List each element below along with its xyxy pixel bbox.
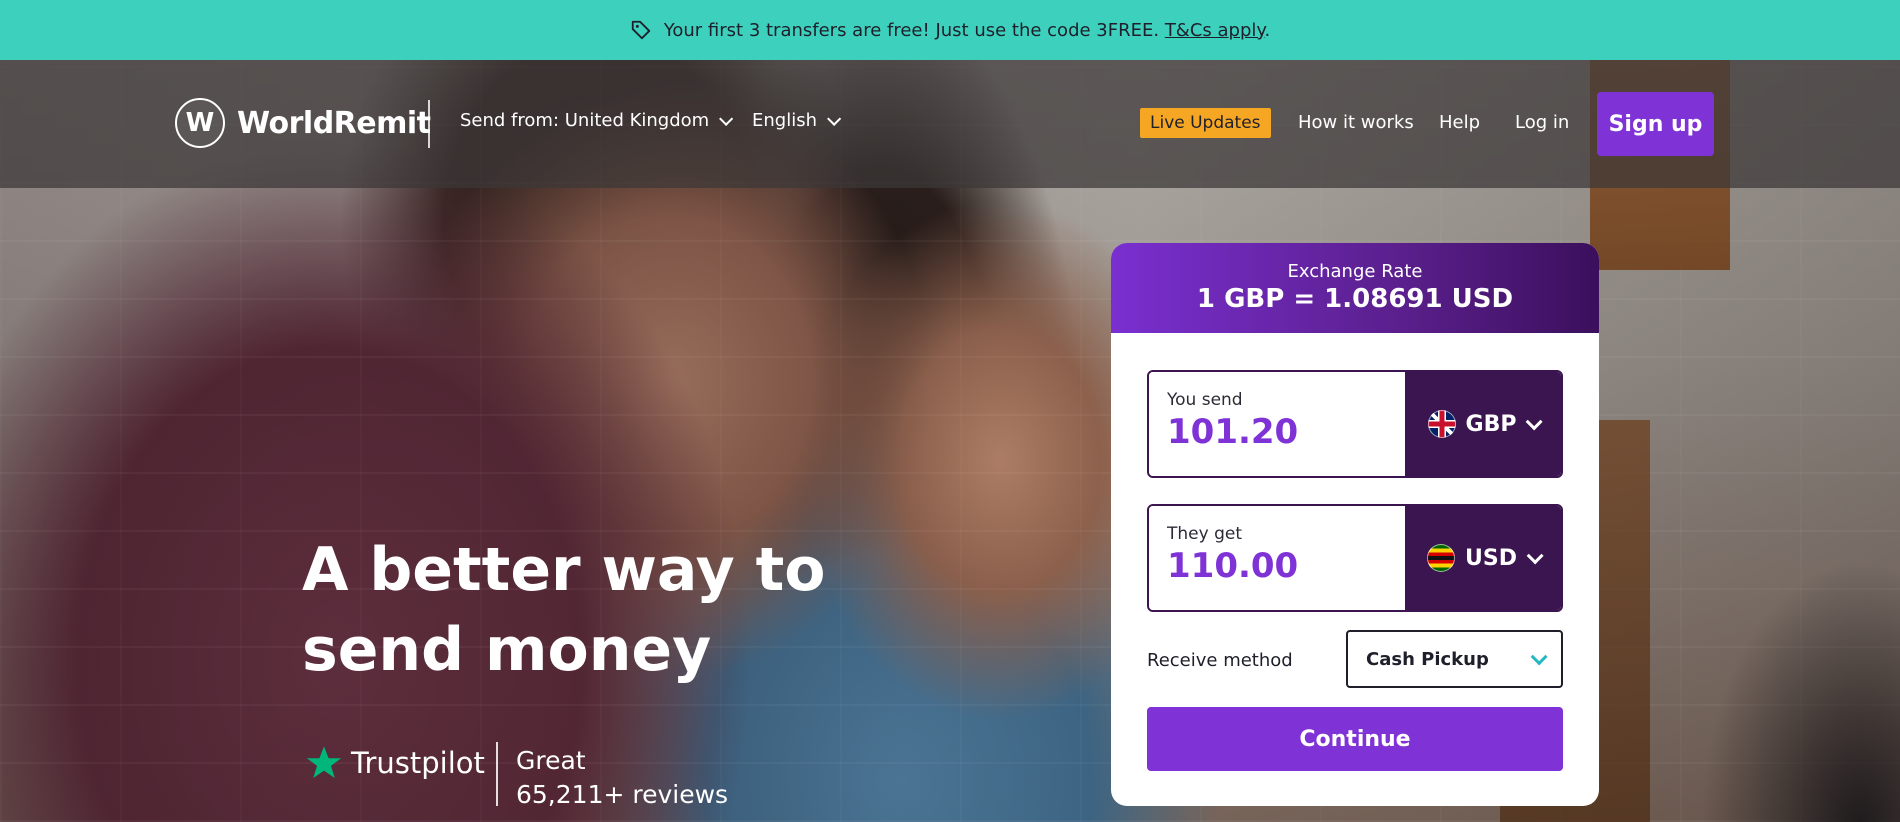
logo-mark: W <box>175 98 225 148</box>
send-from-label: Send from: United Kingdom <box>460 110 710 131</box>
chevron-down-icon <box>1530 648 1548 666</box>
uk-flag-icon <box>1427 410 1456 438</box>
signup-button[interactable]: Sign up <box>1597 92 1714 156</box>
send-amount[interactable]: 101.20 <box>1167 412 1387 452</box>
exchange-rate-header: Exchange Rate 1 GBP = 1.08691 USD <box>1111 243 1599 333</box>
exchange-rate-value: 1 GBP = 1.08691 USD <box>1196 284 1514 314</box>
chevron-down-icon <box>1526 413 1544 431</box>
chevron-down-icon <box>1526 547 1544 565</box>
receive-amount-input[interactable]: They get 110.00 <box>1149 506 1405 610</box>
get-amount[interactable]: 110.00 <box>1167 546 1387 586</box>
receive-amount-field: They get 110.00 USD <box>1147 504 1563 612</box>
receive-method-select[interactable]: Cash Pickup <box>1346 630 1563 688</box>
logo[interactable]: W WorldRemit <box>175 98 431 148</box>
send-currency-code: GBP <box>1465 411 1517 437</box>
tag-icon <box>631 20 650 40</box>
promo-banner: Your first 3 transfers are free! Just us… <box>0 0 1900 60</box>
receive-method-label: Receive method <box>1147 650 1293 671</box>
how-it-works-link[interactable]: How it works <box>1298 112 1414 133</box>
receive-currency-code: USD <box>1465 545 1517 571</box>
trustpilot-name: Trustpilot <box>351 746 485 780</box>
send-label: You send <box>1167 390 1243 410</box>
star-icon <box>306 746 342 779</box>
review-count: 65,211+ reviews <box>516 780 729 809</box>
promo-suffix: . <box>1264 19 1271 41</box>
exchange-rate-label: Exchange Rate <box>1287 261 1423 282</box>
promo-text: Your first 3 transfers are free! Just us… <box>663 19 1160 41</box>
language-dropdown[interactable]: English <box>752 110 842 131</box>
login-link[interactable]: Log in <box>1515 112 1569 133</box>
logo-text: WorldRemit <box>237 105 431 141</box>
converter-card: Exchange Rate 1 GBP = 1.08691 USD You se… <box>1111 243 1599 806</box>
send-from-dropdown[interactable]: Send from: United Kingdom <box>460 110 734 131</box>
trustpilot-divider <box>496 742 498 806</box>
receive-currency-select[interactable]: USD <box>1405 506 1561 610</box>
rating-label: Great <box>516 746 586 775</box>
zimbabwe-flag-icon <box>1427 544 1455 572</box>
trustpilot-logo[interactable]: Trustpilot <box>305 744 485 782</box>
send-amount-input[interactable]: You send 101.20 <box>1149 372 1405 476</box>
get-label: They get <box>1167 524 1242 544</box>
hero-title: A better way to send money <box>302 535 826 685</box>
trustpilot-rating: Great 65,211+ reviews <box>516 744 728 812</box>
receive-method-value: Cash Pickup <box>1366 648 1489 670</box>
terms-link[interactable]: T&Cs apply <box>1165 20 1265 41</box>
live-updates-button[interactable]: Live Updates <box>1140 108 1271 138</box>
help-link[interactable]: Help <box>1439 112 1480 133</box>
send-currency-select[interactable]: GBP <box>1405 372 1561 476</box>
continue-button[interactable]: Continue <box>1147 707 1563 771</box>
send-amount-field: You send 101.20 GBP <box>1147 370 1563 478</box>
header-divider <box>428 100 430 148</box>
language-label: English <box>752 110 817 131</box>
